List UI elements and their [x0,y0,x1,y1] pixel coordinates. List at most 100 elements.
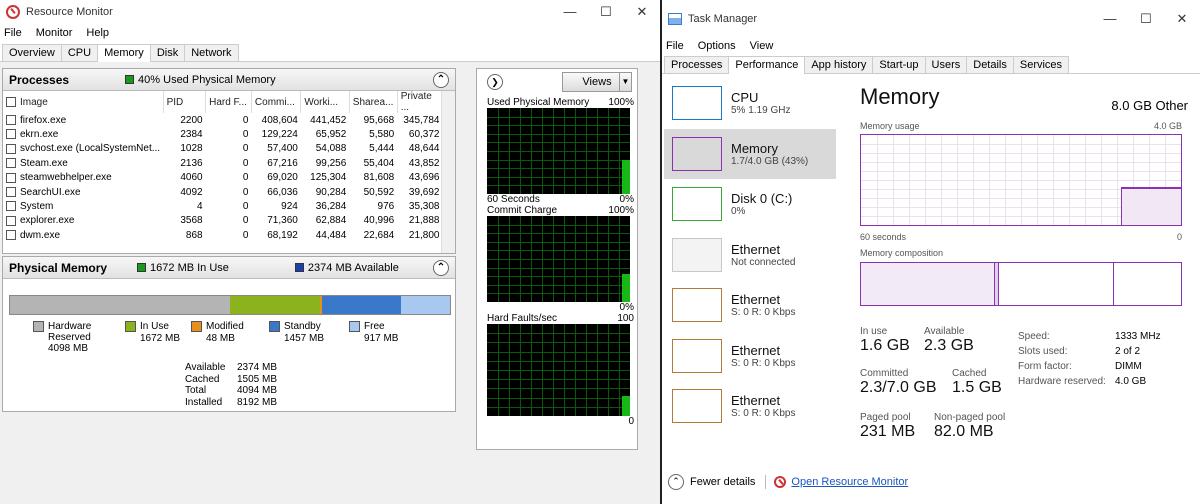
processes-header[interactable]: Processes 40% Used Physical Memory ⌃ [3,69,455,91]
table-row[interactable]: SearchUI.exe 4092 0 66,036 90,284 50,592 39,69… [3,185,443,199]
table-row[interactable]: dwm.exe 868 0 68,192 44,484 22,684 21,800 [3,228,443,242]
sidebar-item-memory[interactable]: Memory 1.7/4.0 GB (43%) [664,128,836,179]
tm-tab-performance[interactable]: Performance [728,56,806,74]
summary-key: Installed [185,396,223,408]
bar-in-use [230,296,320,314]
stat-committed: Committed 2.3/7.0 GB [860,368,937,396]
col-private[interactable]: Private ... [397,91,444,113]
sidebar-item-disk-0-c-[interactable]: Disk 0 (C:) 0% [664,179,836,230]
tm-menu-view[interactable]: View [750,40,774,52]
tm-close-button[interactable]: ✕ [1164,11,1200,27]
tm-menu-options[interactable]: Options [698,40,736,52]
physical-memory-header[interactable]: Physical Memory 1672 MB In Use 2374 MB A… [3,257,455,279]
process-name: svchost.exe (LocalSystemNet... [20,143,161,155]
fewer-details-link[interactable]: Fewer details [690,476,755,488]
used-memory-swatch [125,75,135,84]
cell-value: 71,360 [267,215,298,227]
sidebar-item-ethernet[interactable]: Ethernet S: 0 R: 0 Kbps [664,381,836,432]
col-hard-faults[interactable]: Hard F... [205,91,252,113]
sidebar-item-cpu[interactable]: CPU 5% 1.19 GHz [664,78,836,129]
cell-value: 0 [242,186,249,198]
tm-tab-processes[interactable]: Processes [664,56,730,73]
sidebar-item-sub: 1.7/4.0 GB (43%) [731,155,809,167]
views-button[interactable]: Views ▼ [562,72,632,92]
table-row[interactable]: steamwebhelper.exe 4060 0 69,020 125,304 81,6… [3,171,443,185]
graph-canvas [487,108,630,194]
memory-detail: Memory 8.0 GB Other Memory usage 4.0 GB … [860,84,1188,440]
legend-value: 1672 MB [140,333,181,344]
cell-value: 54,088 [315,143,347,155]
tm-menu-file[interactable]: File [666,40,684,52]
sidebar-thumbnail [672,187,722,222]
cell-value: 43,696 [408,172,440,184]
row-checkbox[interactable] [6,158,16,169]
col-working[interactable]: Worki... [300,91,350,113]
summary-value: 1505 MB [237,373,278,385]
cell-value: 35,308 [408,201,440,213]
col-image[interactable]: Image [3,91,164,113]
maximize-button[interactable]: ☐ [588,4,624,20]
tab-cpu[interactable]: CPU [60,44,99,61]
menu-help[interactable]: Help [86,27,109,39]
open-resource-monitor-link[interactable]: Open Resource Monitor [791,476,908,488]
close-button[interactable]: ✕ [624,4,660,20]
row-checkbox[interactable] [6,201,16,212]
tm-tab-details[interactable]: Details [966,56,1014,73]
expand-graphs-icon[interactable]: ❯ [487,74,503,90]
row-checkbox[interactable] [6,215,16,226]
tab-disk[interactable]: Disk [149,44,186,61]
col-commit[interactable]: Commi... [251,91,302,113]
tm-titlebar: Task Manager — ☐ ✕ [662,0,1200,38]
rm-menubar: File Monitor Help [0,24,660,42]
minimize-button[interactable]: — [552,4,588,20]
views-dropdown-icon[interactable]: ▼ [619,73,631,91]
tab-network[interactable]: Network [184,44,239,61]
table-row[interactable]: svchost.exe (LocalSystemNet... 1028 0 57,40… [3,142,443,156]
summary-row: Installed 8192 MB [185,397,277,409]
tm-tab-users[interactable]: Users [924,56,968,73]
col-pid[interactable]: PID [163,91,207,113]
cell-value: 68,192 [267,229,298,241]
col-shareable[interactable]: Sharea... [349,91,398,113]
in-use-status: 1672 MB In Use [150,261,229,274]
row-checkbox[interactable] [6,230,16,241]
table-row[interactable]: Steam.exe 2136 0 67,216 99,256 55,404 43,852 [3,156,443,170]
tm-tab-services[interactable]: Services [1012,56,1070,73]
fewer-details-icon[interactable]: ⌃ [668,474,684,490]
detail-key: Slots used: [1018,346,1068,357]
select-all-checkbox[interactable] [6,96,16,107]
menu-monitor[interactable]: Monitor [36,27,73,39]
sidebar-item-ethernet[interactable]: Ethernet S: 0 R: 0 Kbps [664,280,836,331]
row-checkbox[interactable] [6,187,16,197]
collapse-processes-button[interactable]: ⌃ [433,71,449,88]
cell-value: 57,400 [267,143,298,155]
menu-file[interactable]: File [4,27,22,39]
tm-maximize-button[interactable]: ☐ [1128,11,1164,27]
table-row[interactable]: firefox.exe 2200 0 408,604 441,452 95,668 345,… [3,113,443,127]
table-row[interactable]: explorer.exe 3568 0 71,360 62,884 40,996 21,88… [3,214,443,228]
table-row[interactable]: System 4 0 924 36,284 976 35,308 [3,199,443,213]
processes-scrollbar[interactable] [441,91,455,253]
tm-tab-app-history[interactable]: App history [804,56,874,73]
row-checkbox[interactable] [6,115,16,126]
tab-overview[interactable]: Overview [2,44,62,61]
sidebar-item-ethernet[interactable]: Ethernet S: 0 R: 0 Kbps [664,331,836,382]
process-name: SearchUI.exe [20,186,81,198]
row-checkbox[interactable] [6,143,16,154]
tab-memory[interactable]: Memory [97,44,151,62]
tm-minimize-button[interactable]: — [1092,11,1128,27]
memory-summary: Available 2374 MB Cached 1505 MB Total 4094 M… [185,362,277,408]
cell-value: 976 [377,201,395,213]
table-row[interactable]: ekrn.exe 2384 0 129,224 65,952 5,580 60,372 [3,127,443,141]
row-checkbox[interactable] [6,172,16,183]
detail-row: Slots used: 2 of 2 [1018,344,1161,359]
graph-title: Hard Faults/sec [487,313,558,324]
legend-value: 48 MB [206,333,235,344]
memory-usage-fill [1121,187,1181,225]
tm-tab-start-up[interactable]: Start-up [872,56,926,73]
sidebar-item-ethernet[interactable]: Ethernet Not connected [664,230,836,281]
physical-memory-title: Physical Memory [9,260,108,275]
process-name: Steam.exe [20,157,68,169]
row-checkbox[interactable] [6,129,16,140]
collapse-physical-memory-button[interactable]: ⌃ [433,259,449,276]
